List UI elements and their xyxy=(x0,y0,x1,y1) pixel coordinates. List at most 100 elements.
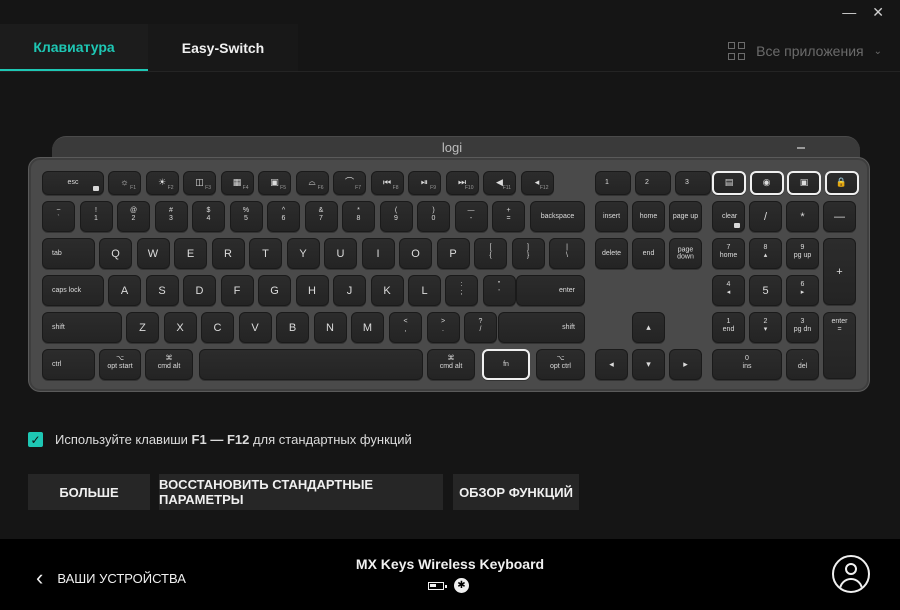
fkeys-option[interactable]: ✓ Используйте клавиши F1 — F12 для станд… xyxy=(28,432,412,447)
key-esc: esc xyxy=(42,171,104,195)
device-status: ✱ xyxy=(428,578,469,593)
close-button[interactable]: ✕ xyxy=(872,4,884,21)
key-caps-lock: caps lock xyxy=(42,275,104,306)
key-np-4: 4 ◂ xyxy=(712,275,745,306)
tab-divider xyxy=(0,71,900,72)
key-u: U xyxy=(324,238,357,269)
key-np-decimal: . del xyxy=(786,349,819,380)
key-f3: F3 ◫ xyxy=(183,171,216,195)
key-ctrl-left: ctrl xyxy=(42,349,95,380)
key-np-6: 6 ▸ xyxy=(786,275,819,306)
grid-icon xyxy=(728,42,746,60)
key-a: A xyxy=(108,275,141,306)
key-arrow-right: ▸ xyxy=(669,349,702,380)
key-tab: tab xyxy=(42,238,95,269)
key-bottom-sym-2: ? / xyxy=(464,312,497,343)
key-bottom-sym-1: >. xyxy=(426,312,460,343)
more-button[interactable]: Больше xyxy=(28,474,150,510)
key-d: D xyxy=(183,275,216,306)
key-f1: F1 ☼ xyxy=(108,171,141,195)
key-top-right-1: ▤ xyxy=(712,171,746,195)
app-window: — ✕ Клавиатура Easy-Switch Все приложени… xyxy=(0,0,900,610)
key-opt-start: ⌥ opt start xyxy=(99,349,141,380)
key-delete: delete xyxy=(595,238,628,269)
key-home: home xyxy=(632,201,665,232)
key-np-7: 7 home xyxy=(712,238,745,269)
key-r: R xyxy=(211,238,245,269)
key-page-up: page up xyxy=(669,201,702,232)
fkeys-checkbox[interactable]: ✓ xyxy=(28,432,43,447)
tab-easy-switch[interactable]: Easy-Switch xyxy=(148,24,298,72)
key-x: X xyxy=(163,312,197,343)
key-f: F xyxy=(220,275,254,306)
key-top-right-4: 🔒 xyxy=(824,171,859,195)
key-shift-left: shift xyxy=(42,312,122,343)
key-clear: clear xyxy=(712,201,745,232)
keyboard-led xyxy=(797,147,805,149)
key-num-6: ^ 6 xyxy=(267,201,300,232)
key-np-1: 1 end xyxy=(712,312,745,343)
restore-defaults-button[interactable]: Восстановить стандартные параметры xyxy=(159,474,443,510)
key-f4: F4 ▦ xyxy=(220,171,254,195)
key-home-sym-1: " ' xyxy=(482,275,516,306)
key-cmd-alt-right: ⌘ cmd alt xyxy=(427,349,475,380)
key-num-1: ! 1 xyxy=(79,201,113,232)
key-num-8: * 8 xyxy=(342,201,375,232)
key-space xyxy=(199,349,423,380)
tab-keyboard[interactable]: Клавиатура xyxy=(0,24,148,72)
key-b: B xyxy=(276,312,309,343)
key-c: C xyxy=(201,312,234,343)
key-p: P xyxy=(436,238,470,269)
key-num-4: $4 xyxy=(192,201,225,232)
key-end: end xyxy=(632,238,665,269)
key-i: I xyxy=(361,238,395,269)
key-f9: F9 ⏯ xyxy=(408,171,441,195)
key-f8: F8 ⏮ xyxy=(370,171,404,195)
key-easy-switch-2: 2 xyxy=(635,171,671,195)
key-np-multiply: * xyxy=(786,201,819,232)
key-h: H xyxy=(295,275,329,306)
back-label: ВАШИ УСТРОЙСТВА xyxy=(57,570,186,586)
battery-icon xyxy=(428,581,447,590)
features-overview-button[interactable]: Обзор функций xyxy=(453,474,579,510)
key-backspace: backspace xyxy=(530,201,585,232)
key-np-subtract: — xyxy=(823,201,856,232)
key-num-11: — - xyxy=(454,201,488,232)
chevron-down-icon: ⌄ xyxy=(873,45,882,57)
key-f6: F6 ⌓ xyxy=(295,171,329,195)
key-y: Y xyxy=(286,238,320,269)
key-s: S xyxy=(145,275,179,306)
key-num-3: #3 xyxy=(154,201,188,232)
key-np-9: 9 pg up xyxy=(786,238,819,269)
key-np-8: 8 ▴ xyxy=(749,238,782,269)
key-page-down: page down xyxy=(669,238,702,269)
key-bottom-sym-0: <, xyxy=(389,312,422,343)
key-o: O xyxy=(399,238,432,269)
key-v: V xyxy=(238,312,272,343)
key-np-enter: enter = xyxy=(823,312,856,379)
key-num-5: % 5 xyxy=(229,201,263,232)
key-t: T xyxy=(249,238,282,269)
key-np-divide: / xyxy=(749,201,782,232)
key-easy-switch-1: 1 xyxy=(595,171,631,195)
minimize-button[interactable]: — xyxy=(842,4,856,21)
key-num-9: (9 xyxy=(379,201,413,232)
window-controls: — ✕ xyxy=(842,4,884,21)
key-top-right-2: ◉ xyxy=(749,171,784,195)
tab-bar: Клавиатура Easy-Switch xyxy=(0,24,298,72)
key-np-5: 5 xyxy=(749,275,782,306)
key-np-add: + xyxy=(823,238,856,305)
key-np-2: 2 ▾ xyxy=(749,312,782,343)
key-np-0: 0 ins xyxy=(712,349,782,380)
account-icon[interactable] xyxy=(832,555,870,593)
key-num-10: ) 0 xyxy=(417,201,450,232)
key-bracket-1: ]} xyxy=(511,238,545,269)
key-arrow-down: ▾ xyxy=(632,349,665,380)
key-f7: F7 ⌒ xyxy=(333,171,366,195)
fkeys-option-label: Используйте клавиши F1 — F12 для стандар… xyxy=(55,432,412,447)
device-name: MX Keys Wireless Keyboard xyxy=(355,556,545,572)
key-n: N xyxy=(313,312,347,343)
key-enter: enter xyxy=(516,275,585,306)
app-selector[interactable]: Все приложения ⌄ xyxy=(728,42,882,60)
key-cmd-alt-left: ⌘ cmd alt xyxy=(145,349,193,380)
